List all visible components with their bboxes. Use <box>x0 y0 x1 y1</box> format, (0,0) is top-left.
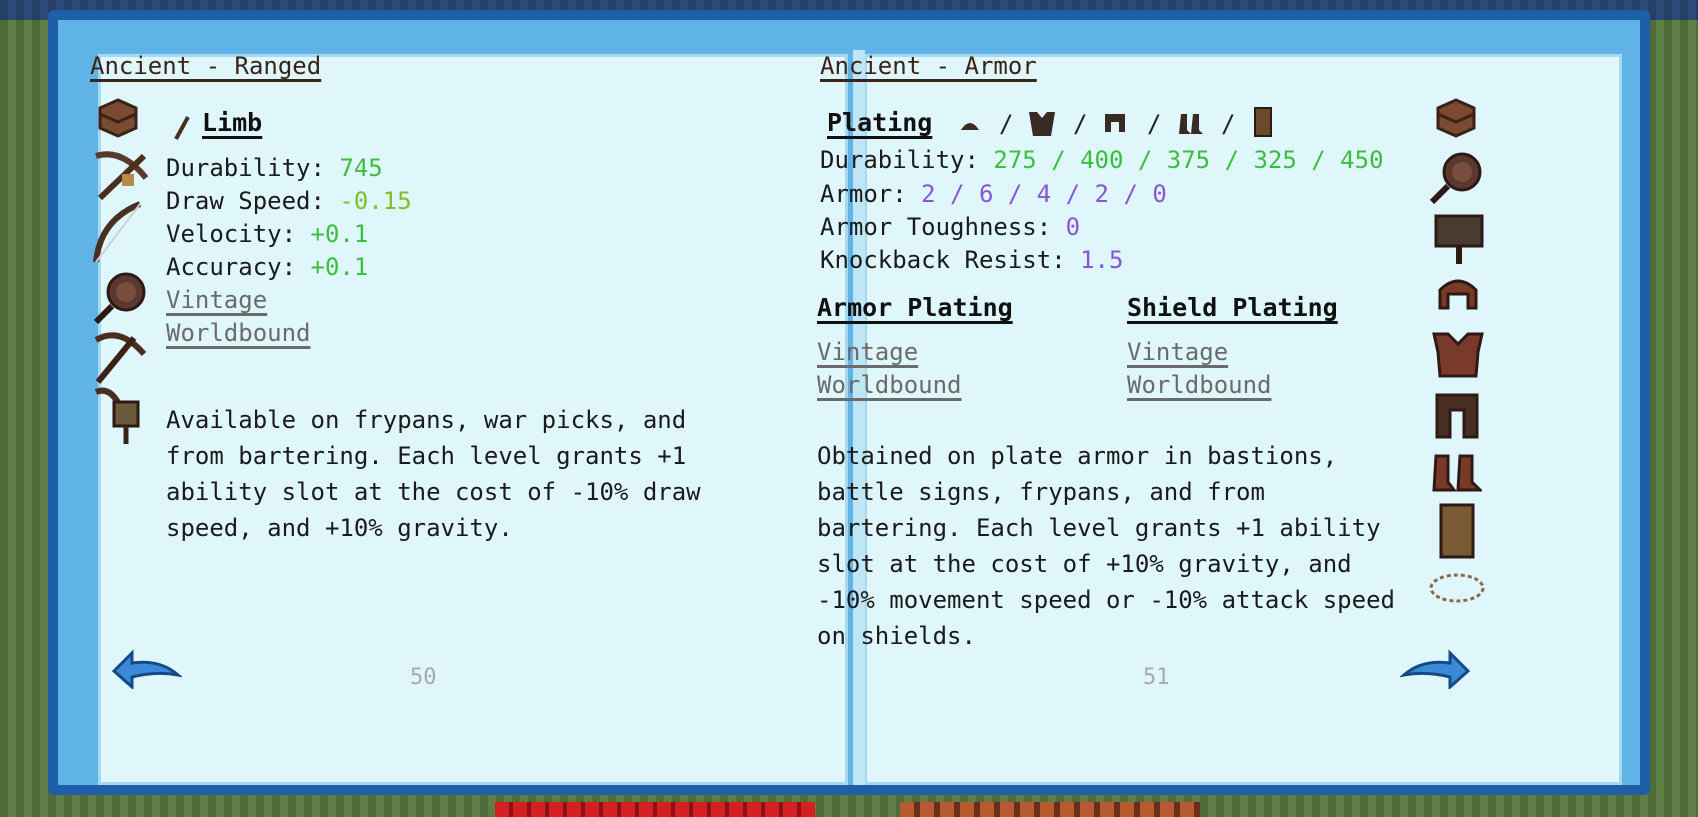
war-pick-icon[interactable] <box>90 328 148 386</box>
leather-chest-icon[interactable] <box>1432 94 1480 142</box>
mace-icon[interactable] <box>90 382 148 446</box>
slot-separator: / <box>1147 110 1162 138</box>
stat-armor-toughness: Armor Toughness: 0 <box>820 213 1081 241</box>
boots-icon[interactable] <box>1432 454 1482 494</box>
next-page-arrow[interactable] <box>1400 645 1472 689</box>
stat-draw-speed: Draw Speed: -0.15 <box>166 187 412 215</box>
shield-trait-link-worldbound[interactable]: Worldbound <box>1127 371 1272 399</box>
trait-link-vintage[interactable]: Vintage <box>166 286 267 314</box>
leggings-icon[interactable] <box>1434 392 1480 440</box>
slot-separator: / <box>1221 110 1236 138</box>
stat-knockback-resist: Knockback Resist: 1.5 <box>820 246 1124 274</box>
battle-sign-icon[interactable] <box>1434 214 1484 266</box>
shield-icon[interactable] <box>1438 502 1476 560</box>
helmet-slot-icon <box>961 123 979 130</box>
left-page-number: 50 <box>410 665 437 690</box>
frypan-icon[interactable] <box>92 270 148 326</box>
bow-icon[interactable] <box>90 200 148 266</box>
stat-armor: Armor: 2 / 6 / 4 / 2 / 0 <box>820 180 1167 208</box>
chestplate-icon[interactable] <box>1432 330 1484 380</box>
helmet-icon[interactable] <box>1436 276 1480 312</box>
right-part-title: Plating <box>827 108 933 137</box>
leggings-slot-icon <box>1105 114 1125 132</box>
stat-accuracy: Accuracy: +0.1 <box>166 253 369 281</box>
slot-separator: / <box>1073 110 1088 138</box>
crossbow-icon[interactable] <box>92 148 150 208</box>
health-bar <box>495 802 815 817</box>
right-description: Obtained on plate armor in bastions, bat… <box>817 442 1395 650</box>
chestplate-slot-icon <box>1029 112 1055 136</box>
left-section-title: Ancient - Ranged <box>90 52 322 80</box>
limb-icon <box>174 116 190 140</box>
trait-link-worldbound[interactable]: Worldbound <box>166 319 311 347</box>
slot-icon-row: / / / / <box>955 107 1285 140</box>
shield-plating-heading: Shield Plating <box>1127 293 1338 322</box>
boots-slot-icon <box>1179 114 1203 134</box>
slot-separator: / <box>999 110 1014 138</box>
armor-trait-link-vintage[interactable]: Vintage <box>817 338 918 366</box>
previous-page-arrow[interactable] <box>110 645 182 689</box>
armor-bar <box>900 802 1200 817</box>
stat-durability: Durability: 745 <box>166 154 383 182</box>
armor-plating-heading: Armor Plating <box>817 293 1013 322</box>
chain-icon[interactable] <box>1428 570 1486 606</box>
left-description: Available on frypans, war picks, and fro… <box>166 406 701 542</box>
stat-velocity: Velocity: +0.1 <box>166 220 369 248</box>
left-part-title: Limb <box>202 108 263 137</box>
leather-chest-icon[interactable] <box>94 94 142 142</box>
right-section-title: Ancient - Armor <box>820 52 1037 80</box>
frypan-icon[interactable] <box>1428 150 1484 206</box>
shield-slot-icon <box>1254 107 1272 137</box>
shield-trait-link-vintage[interactable]: Vintage <box>1127 338 1228 366</box>
right-page-number: 51 <box>1143 665 1170 690</box>
stat-armor-durability: Durability: 275 / 400 / 375 / 325 / 450 <box>820 146 1384 174</box>
armor-trait-link-worldbound[interactable]: Worldbound <box>817 371 962 399</box>
